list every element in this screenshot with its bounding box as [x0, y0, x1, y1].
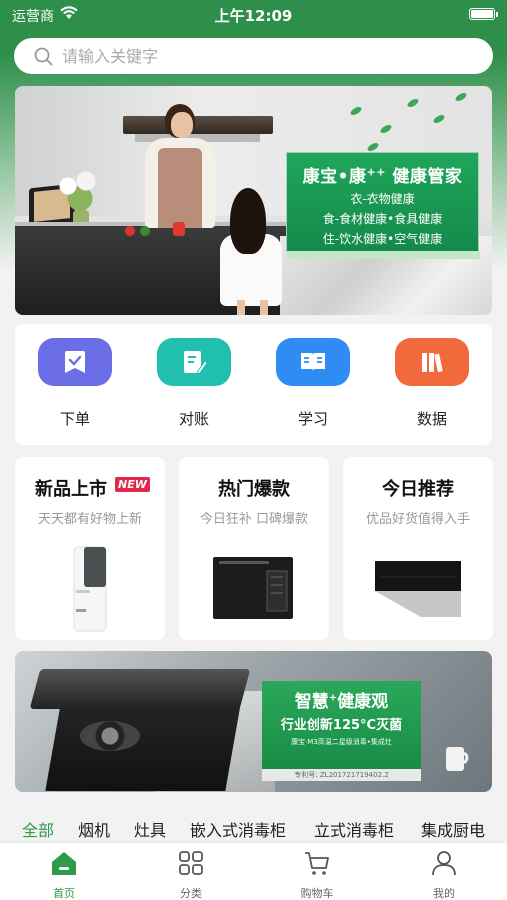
patent-number: 专利号: ZL201721719402.2 [262, 769, 421, 781]
search-bar[interactable] [14, 38, 493, 74]
order-icon [38, 338, 112, 386]
burner-image [80, 721, 140, 751]
tab-integrated-kitchen[interactable]: 集成厨电 [421, 817, 485, 841]
banner-line: 住-饮水健康•空气健康 [322, 232, 443, 246]
promo-banner[interactable]: 智慧+健康观 行业创新125°C灭菌 康宝·M3高温二星级消毒•集成灶 专利号:… [15, 651, 492, 792]
promo-title-tail: 健康观 [337, 692, 389, 712]
range-hood-image [123, 116, 273, 134]
banner-headline: 康宝•康++ 健康管家 [287, 162, 478, 187]
mother-face [171, 112, 193, 138]
quick-action-label: 学习 [297, 410, 328, 428]
cup-image [446, 747, 469, 771]
card-subtitle: 优品好货值得入手 [365, 512, 470, 527]
quick-actions-panel: 下单 对账 学习 数据 [15, 324, 492, 445]
banner-headline-sup: ++ [366, 165, 386, 179]
quick-action-reconcile[interactable]: 对账 [154, 338, 234, 429]
profile-icon [432, 851, 456, 876]
promo-title: 智慧+健康观 [262, 687, 421, 712]
nav-cart[interactable]: 购物车 [277, 849, 357, 900]
flowers-image [50, 166, 110, 216]
stove-top [29, 669, 251, 709]
card-subtitle: 天天都有好物上新 [37, 512, 142, 527]
tab-built-in-disinfection[interactable]: 嵌入式消毒柜 [190, 817, 286, 841]
promo-badge: 智慧+健康观 行业创新125°C灭菌 康宝·M3高温二星级消毒•集成灶 专利号:… [262, 681, 421, 781]
card-title: 热门爆款 [218, 479, 290, 500]
nav-profile[interactable]: 我的 [404, 849, 484, 900]
nav-category[interactable]: 分类 [151, 849, 231, 900]
status-time: 上午12:09 [214, 7, 293, 25]
jar-image [173, 222, 185, 236]
category-tabs: 全部 烟机 灶具 嵌入式消毒柜 立式消毒柜 集成厨电 [0, 812, 507, 842]
cart-icon [305, 852, 329, 875]
status-bar: 运营商 上午12:09 [0, 0, 507, 30]
quick-action-label: 数据 [416, 410, 447, 428]
book-icon [276, 338, 350, 386]
new-badge: NEW [115, 477, 150, 492]
girl-leg [260, 300, 268, 315]
girl-leg [237, 300, 245, 315]
vegetable-image [140, 226, 150, 236]
banner-headline-tail: 健康管家 [385, 167, 463, 187]
banner-line: 衣-衣物健康 [350, 192, 415, 206]
card-today-picks[interactable]: 今日推荐 优品好货值得入手 [343, 457, 493, 640]
card-title: 今日推荐 [382, 479, 454, 500]
card-new-arrivals[interactable]: 新品上市 NEW 天天都有好物上新 [15, 457, 165, 640]
reconcile-icon [157, 338, 231, 386]
nav-home[interactable]: 首页 [24, 849, 104, 900]
promo-title-text: 智慧 [294, 692, 329, 712]
card-subtitle: 今日狂补 口碑爆款 [199, 512, 309, 527]
battery-icon [469, 8, 495, 20]
quick-action-data[interactable]: 数据 [392, 338, 472, 429]
nav-label: 分类 [180, 887, 202, 900]
search-input[interactable] [62, 38, 462, 74]
quick-action-learn[interactable]: 学习 [273, 338, 353, 429]
quick-action-order[interactable]: 下单 [35, 338, 115, 429]
promo-subtitle: 行业创新125°C灭菌 [280, 718, 403, 733]
tab-vertical-disinfection[interactable]: 立式消毒柜 [314, 817, 394, 841]
banner-headline-text: 康宝•康 [302, 167, 367, 187]
banner-promo-badge: 康宝•康++ 健康管家 衣-衣物健康 食-食材健康•食具健康 住-饮水健康•空气… [286, 152, 480, 259]
nav-label: 我的 [433, 887, 455, 900]
banner-line: 食-食材健康•食具健康 [322, 212, 443, 226]
bottom-nav: 首页 分类 购物车 我的 [0, 842, 507, 900]
water-purifier-image [73, 546, 107, 632]
promo-title-sup: + [328, 692, 338, 704]
home-icon [52, 852, 76, 875]
nav-label: 首页 [53, 887, 75, 900]
girl-figure [230, 188, 266, 254]
banner-badge-strip [287, 251, 480, 259]
card-title: 新品上市 [35, 479, 107, 500]
range-hood-image [375, 561, 461, 617]
quick-action-label: 下单 [59, 410, 90, 428]
search-icon [34, 47, 53, 66]
mother-apron [158, 148, 202, 228]
tab-stove[interactable]: 灶具 [134, 817, 166, 841]
battery-tip [496, 12, 498, 17]
hero-banner[interactable]: 康宝•康++ 健康管家 衣-衣物健康 食-食材健康•食具健康 住-饮水健康•空气… [15, 86, 492, 315]
data-icon [395, 338, 469, 386]
nav-label: 购物车 [300, 887, 334, 900]
disinfection-cabinet-image [213, 557, 293, 619]
tab-all[interactable]: 全部 [22, 817, 54, 841]
card-hot-sellers[interactable]: 热门爆款 今日狂补 口碑爆款 [179, 457, 329, 640]
tab-range-hood[interactable]: 烟机 [78, 817, 110, 841]
category-icon [179, 851, 203, 875]
quick-action-label: 对账 [178, 410, 209, 428]
tomato-image [125, 226, 135, 236]
promo-small-text: 康宝·M3高温二星级消毒•集成灶 [291, 738, 392, 746]
